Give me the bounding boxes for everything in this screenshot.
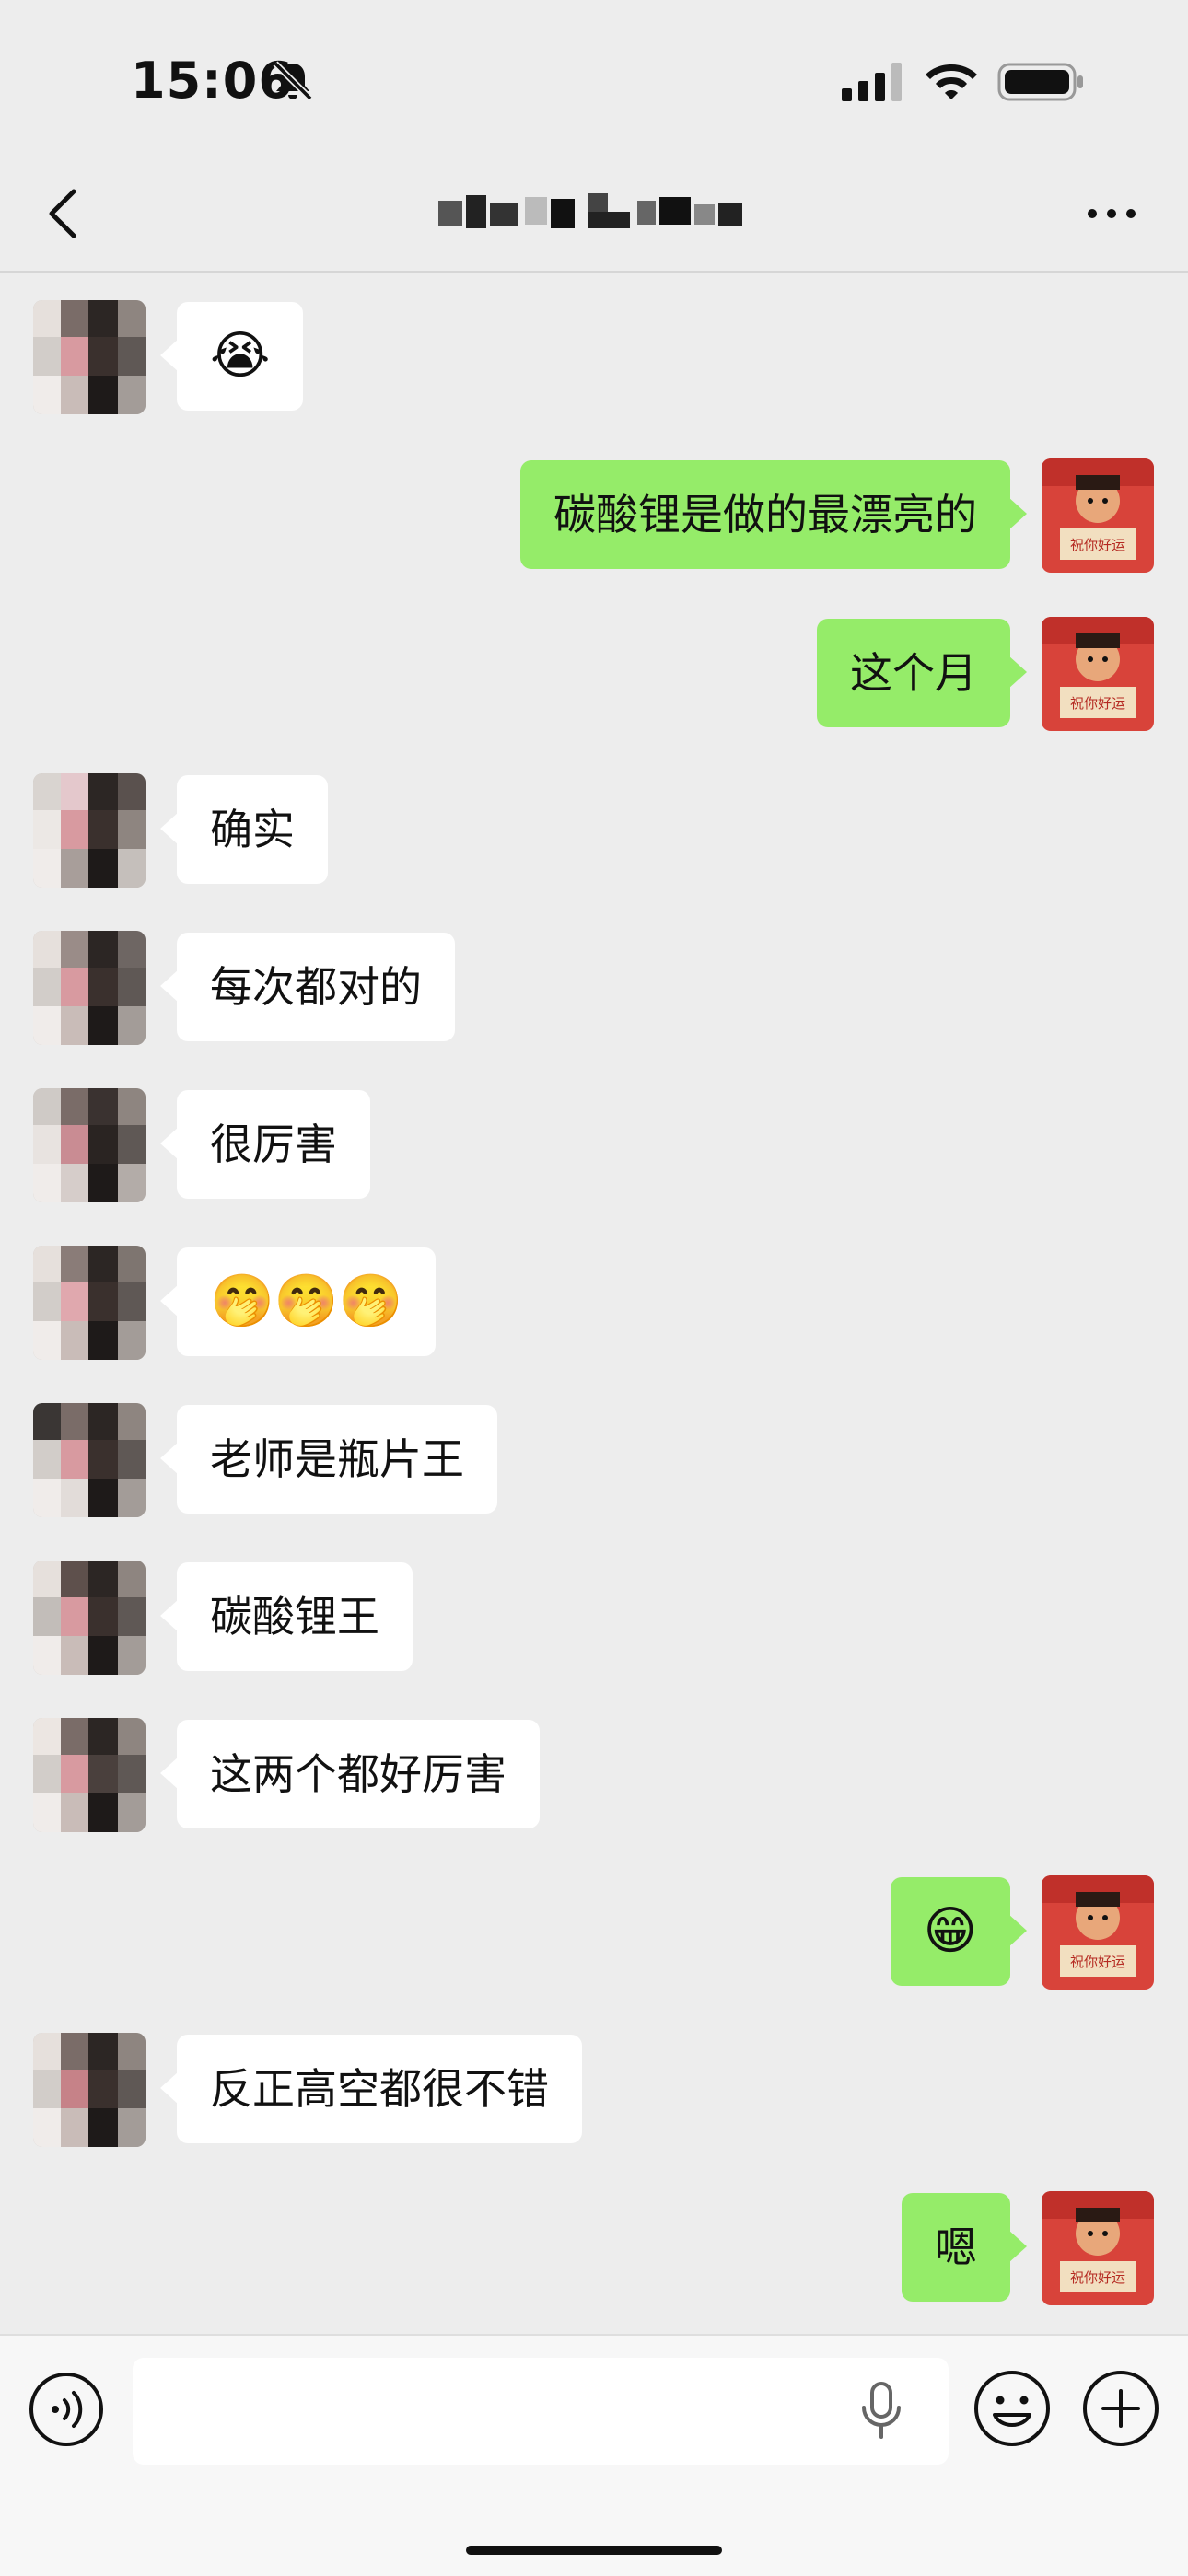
- home-indicator: [466, 2546, 722, 2555]
- battery-icon: [997, 63, 1083, 101]
- message-row: 嗯 祝你好运: [0, 2191, 1188, 2311]
- more-icon[interactable]: [1085, 197, 1138, 230]
- my-avatar[interactable]: 祝你好运: [1042, 2191, 1154, 2305]
- message-row: 这个月 祝你好运: [0, 617, 1188, 737]
- message-bubble-sent[interactable]: 嗯: [902, 2193, 1027, 2302]
- mic-icon[interactable]: [858, 2380, 904, 2441]
- contact-avatar[interactable]: [33, 773, 146, 888]
- avatar-caption: 祝你好运: [1070, 695, 1125, 712]
- message-bubble-sent[interactable]: 碳酸锂是做的最漂亮的: [520, 460, 1027, 569]
- contact-avatar[interactable]: [33, 1561, 146, 1675]
- message-row: 每次都对的: [0, 931, 1188, 1050]
- message-bubble-received[interactable]: 确实: [160, 775, 328, 884]
- message-input[interactable]: [133, 2358, 949, 2465]
- pixelated-title-image: [438, 193, 742, 228]
- avatar-caption: 祝你好运: [1070, 1954, 1125, 1970]
- my-avatar[interactable]: 祝你好运: [1042, 1875, 1154, 1990]
- my-avatar[interactable]: 祝你好运: [1042, 458, 1154, 573]
- message-row: 很厉害: [0, 1088, 1188, 1208]
- avatar-caption: 祝你好运: [1070, 2269, 1125, 2286]
- avatar-caption: 祝你好运: [1070, 537, 1125, 553]
- message-bubble-received[interactable]: 很厉害: [160, 1090, 370, 1199]
- message-row: 😁 祝你好运: [0, 1875, 1188, 1995]
- chat-header: [0, 157, 1188, 273]
- message-bubble-sent[interactable]: 😁: [890, 1877, 1028, 1986]
- message-bubble-received[interactable]: 碳酸锂王: [160, 1562, 413, 1671]
- message-row: 反正高空都很不错: [0, 2033, 1188, 2152]
- chat-title: [433, 184, 764, 239]
- contact-avatar[interactable]: [33, 1246, 146, 1360]
- mute-bell-icon: [273, 61, 313, 101]
- input-bar: [0, 2334, 1188, 2576]
- message-bubble-received[interactable]: 😭: [159, 302, 304, 411]
- message-row: 碳酸锂王: [0, 1561, 1188, 1680]
- contact-avatar[interactable]: [33, 300, 146, 414]
- my-avatar[interactable]: 祝你好运: [1042, 617, 1154, 731]
- message-bubble-received[interactable]: 🤭🤭🤭: [159, 1247, 437, 1356]
- voice-icon[interactable]: [28, 2371, 105, 2448]
- contact-avatar[interactable]: [33, 1088, 146, 1202]
- contact-avatar[interactable]: [33, 2033, 146, 2147]
- signal-icon: [842, 63, 902, 101]
- add-icon[interactable]: [1081, 2369, 1160, 2448]
- message-row: 这两个都好厉害: [0, 1718, 1188, 1838]
- message-row: 确实: [0, 773, 1188, 893]
- wifi-icon: [926, 64, 977, 99]
- back-icon[interactable]: [37, 179, 88, 249]
- message-row: 😭: [0, 300, 1188, 420]
- message-bubble-received[interactable]: 每次都对的: [160, 933, 455, 1041]
- contact-avatar[interactable]: [33, 1403, 146, 1517]
- message-bubble-received[interactable]: 反正高空都很不错: [160, 2035, 582, 2143]
- message-row: 老师是瓶片王: [0, 1403, 1188, 1523]
- message-row: 碳酸锂是做的最漂亮的 祝你好运: [0, 458, 1188, 578]
- message-bubble-received[interactable]: 这两个都好厉害: [160, 1720, 540, 1828]
- message-bubble-sent[interactable]: 这个月: [817, 619, 1027, 727]
- message-row: 🤭🤭🤭: [0, 1246, 1188, 1365]
- message-bubble-received[interactable]: 老师是瓶片王: [160, 1405, 497, 1514]
- status-bar: 15:06: [0, 0, 1188, 157]
- contact-avatar[interactable]: [33, 931, 146, 1045]
- emoji-icon[interactable]: [973, 2369, 1052, 2448]
- contact-avatar[interactable]: [33, 1718, 146, 1832]
